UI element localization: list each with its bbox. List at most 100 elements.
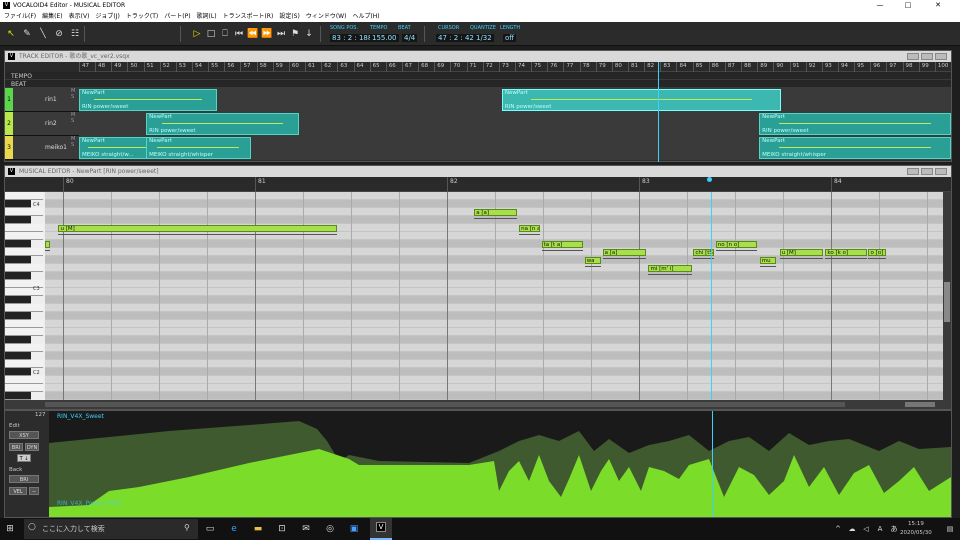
panel-maximize-button[interactable] [921,53,933,60]
me-ruler-playhead-marker[interactable] [707,177,712,182]
piano-key[interactable] [5,376,43,384]
menu-item-9[interactable]: ウィンドウ(W) [306,11,347,22]
piano-key[interactable] [5,200,31,208]
stop-icon[interactable]: □ [204,27,218,41]
loop-icon[interactable]: ⎕ [218,27,232,41]
piano-key[interactable] [5,192,43,200]
track-part[interactable]: NewPart RIN power/sweet [759,113,951,135]
track-part[interactable]: NewPart RIN power/sweet [146,113,299,135]
piano-key[interactable] [5,344,43,352]
piano-key[interactable] [5,368,31,376]
track-part[interactable]: NewPart MEIKO straight/whisper [759,137,951,159]
menu-item-2[interactable]: 表示(V) [69,11,90,22]
marker-s-icon[interactable]: ⚑ [288,27,302,41]
musical-measure-ruler[interactable]: 80 81 82 83 84 [5,177,951,192]
track-header[interactable]: rin1 M S [13,88,79,111]
beat-value[interactable]: 4/4 [402,34,418,42]
ime-kana-indicator[interactable]: あ [888,523,900,535]
piano-key[interactable] [5,296,31,304]
microphone-icon[interactable]: ⚲ [184,523,190,532]
note[interactable]: ko [k o] [825,249,867,256]
piano-key[interactable] [5,256,31,264]
note[interactable]: a [a] [602,249,646,256]
network-icon[interactable]: ☁ [846,523,858,535]
forward-icon[interactable]: ⏩ [260,27,274,41]
menu-item-6[interactable]: 歌詞(L) [197,11,217,22]
clock-time[interactable]: 15:19 [908,521,924,527]
track-part[interactable]: NewPart RIN power/sweet [501,89,781,111]
vertical-scrollbar[interactable] [943,192,951,400]
track-playhead[interactable] [658,62,659,162]
quantize-select[interactable]: 1/32 [474,34,494,42]
piano-key[interactable] [5,224,43,232]
volume-icon[interactable]: ◁ [860,523,872,535]
track-measure-ruler[interactable]: 47 48 49 50 51 52 53 54 55 56 57 58 59 60 61 62 63 64 65 66… [5,62,951,72]
piano-roll-grid[interactable]: u [M] a [a] na [n a] ta [t a] wa a [a] mi [m' … [45,192,943,400]
notification-icon[interactable]: ▤ [944,523,956,535]
tt-button[interactable]: T ↓ [17,454,31,462]
song-pos-value[interactable]: 83 : 2 : 188 [330,34,375,42]
back-param-select[interactable]: BRI [9,475,39,483]
horizontal-scroll-thumb[interactable] [45,402,845,407]
piano-key[interactable] [5,272,31,280]
control-curve-area[interactable]: RIN_V4X_Sweet RIN_V4X_Power_EVEC [49,411,951,517]
pencil-tool-icon[interactable]: ✎ [20,27,34,41]
track-mute-solo[interactable]: M S [71,136,79,148]
vertical-scroll-thumb[interactable] [944,282,950,322]
line-tool-icon[interactable]: ╲ [36,27,50,41]
note[interactable]: ta [t a] [541,241,583,248]
menu-item-1[interactable]: 編集(E) [42,11,62,22]
piano-key[interactable] [5,312,31,320]
note[interactable]: a [a] [474,209,518,216]
panel-close-button[interactable] [935,53,947,60]
file-explorer-icon[interactable]: ▬ [252,523,264,535]
bri-button[interactable]: BRI [9,443,23,451]
track-mute-solo[interactable]: M S [71,112,79,124]
piano-key[interactable] [5,392,31,400]
store-icon[interactable]: ⊡ [276,523,288,535]
tray-chevron-icon[interactable]: ^ [832,523,844,535]
horizontal-scrollbar[interactable] [5,400,951,409]
note[interactable]: mu [759,257,776,264]
track-part[interactable]: NewPart MEIKO straight/whisper [146,137,251,159]
menu-item-0[interactable]: ファイル(F) [4,11,36,22]
piano-key[interactable] [5,232,43,240]
piano-key[interactable] [5,360,43,368]
clock-date[interactable]: 2020/05/30 [900,530,932,536]
minimize-button[interactable]: — [870,0,890,11]
menu-item-7[interactable]: トランスポート(R) [223,11,274,22]
piano-key[interactable] [5,264,43,272]
taskbar-search-box[interactable]: ○ ここに入力して検索 ⚲ [24,519,198,539]
menu-item-3[interactable]: ジョブ(J) [95,11,119,22]
minus-button[interactable]: − [29,487,39,495]
track-header[interactable]: meiko1 M S [13,136,79,159]
track-lane[interactable]: NewPart MEIKO straight/w... NewPart MEIKO s… [79,136,951,160]
note[interactable] [45,241,51,248]
track-mute-solo[interactable]: M S [71,88,79,100]
note[interactable]: no [n o] [715,241,758,248]
mail-icon[interactable]: ✉ [300,523,312,535]
vel-button[interactable]: VEL [9,487,27,495]
dyn-button[interactable]: DYN [25,443,39,451]
grid-snap-icon[interactable]: ☷ [68,27,82,41]
track-lane[interactable]: NewPart RIN power/sweet NewPart RIN power/s… [79,88,951,112]
menu-item-8[interactable]: 設定(S) [279,11,300,22]
pointer-tool-icon[interactable]: ↖ [4,27,18,41]
edge-browser-icon[interactable]: e [228,523,240,535]
beat-lane[interactable]: BEAT [5,80,951,88]
maximize-button[interactable]: □ [898,0,918,11]
note[interactable]: u [M] [58,225,337,232]
marker-e-icon[interactable]: ↓ [302,27,316,41]
vocaloid-taskbar-button[interactable]: V [370,518,392,540]
track-row[interactable]: 2 rin2 M S NewPart RIN power/sweet NewPart RIN… [5,112,951,136]
note[interactable]: mi [m' i] [648,265,692,272]
close-button[interactable]: ✕ [928,0,948,11]
piano-key[interactable] [5,328,43,336]
piano-keyboard[interactable]: C4 C3 C2 [5,192,45,400]
rewind-start-icon[interactable]: ⏮ [232,27,246,41]
note[interactable]: u [M] [779,249,823,256]
track-part[interactable]: NewPart RIN power/sweet [79,89,217,111]
me-close-button[interactable] [935,168,947,175]
menu-item-5[interactable]: パート(P) [164,11,190,22]
tempo-value[interactable]: 155.00 [370,34,399,42]
